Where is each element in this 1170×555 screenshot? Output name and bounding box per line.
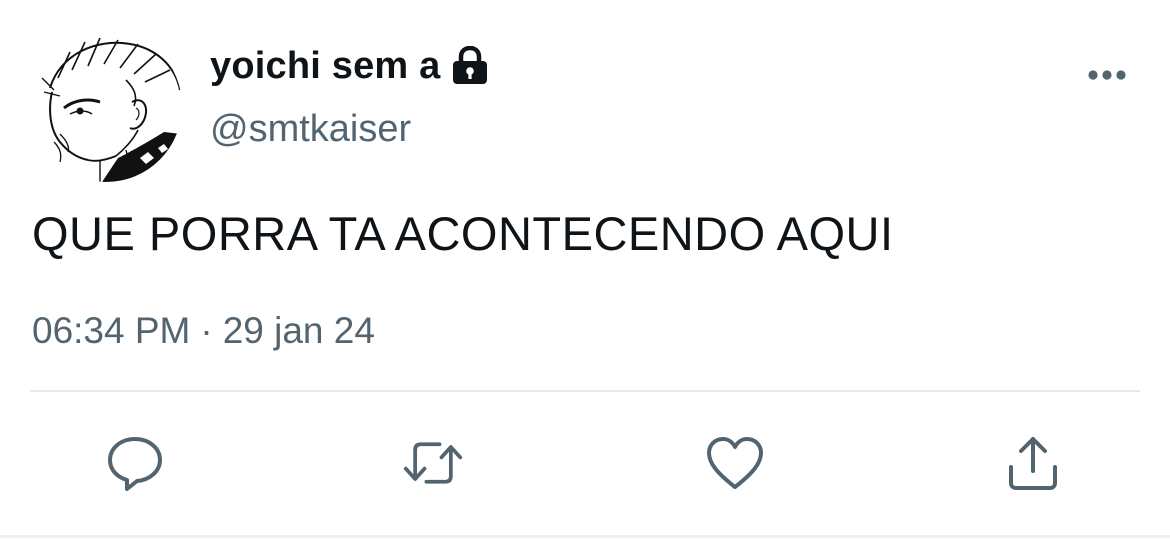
tweet-card: yoichi sem a @smtkaiser QUE PORRA TA ACO… (0, 0, 1170, 555)
upload-share-icon (1009, 437, 1057, 490)
divider (30, 390, 1140, 392)
heart-icon (707, 437, 763, 489)
reply-button[interactable] (104, 432, 166, 494)
avatar[interactable] (30, 30, 182, 182)
timestamp-separator: · (200, 310, 213, 351)
user-handle[interactable]: @smtkaiser (210, 108, 411, 151)
tweet-timestamp[interactable]: 06:34 PM · 29 jan 24 (32, 310, 375, 352)
more-options-button[interactable] (1082, 58, 1132, 92)
retweet-arrows-icon (403, 442, 463, 484)
tweet-date: 29 jan 24 (222, 310, 375, 351)
display-name-row: yoichi sem a (210, 40, 491, 92)
share-button[interactable] (1002, 432, 1064, 494)
speech-bubble-icon (108, 437, 162, 491)
display-name[interactable]: yoichi sem a (210, 45, 441, 88)
retweet-button[interactable] (402, 432, 464, 494)
manga-character-avatar-icon (41, 37, 182, 182)
lock-icon (449, 46, 491, 86)
like-button[interactable] (704, 432, 766, 494)
tweet-time: 06:34 PM (32, 310, 191, 351)
tweet-text: QUE PORRA TA ACONTECENDO AQUI (32, 207, 894, 260)
ellipsis-icon (1088, 70, 1126, 80)
bottom-border (0, 535, 1170, 538)
